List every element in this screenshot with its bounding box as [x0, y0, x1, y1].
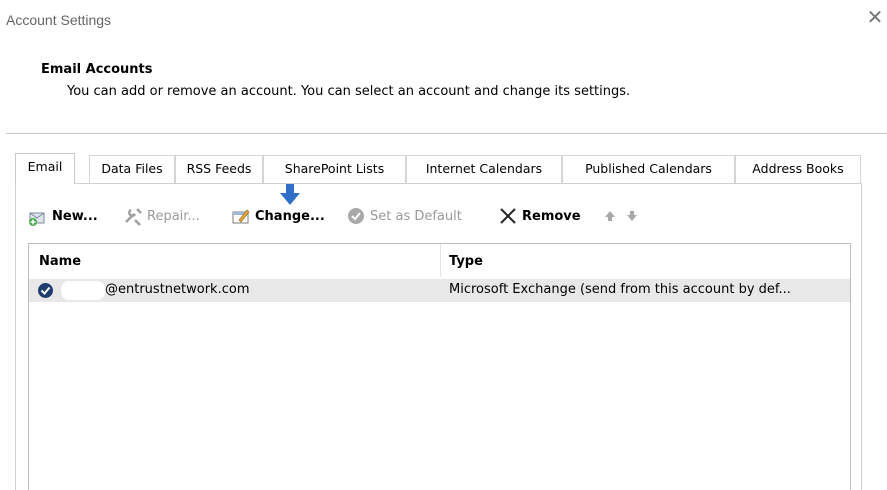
tab-address-books[interactable]: Address Books [735, 155, 861, 183]
change-button[interactable]: Change... [231, 205, 325, 227]
set-as-default-button[interactable]: Set as Default [346, 205, 462, 227]
tab-baseline [15, 183, 861, 184]
remove-x-icon [500, 208, 516, 224]
tab-published-calendars[interactable]: Published Calendars [562, 155, 735, 183]
repair-button[interactable]: Repair... [123, 205, 200, 227]
accounts-list[interactable]: Name Type @entrustnetwork.com Microsoft … [28, 243, 851, 490]
move-down-button[interactable] [625, 205, 639, 227]
tab-panel-border-right [861, 183, 862, 490]
tab-panel-border-left [15, 183, 16, 490]
window-title: Account Settings [6, 12, 112, 28]
remove-button-label: Remove [522, 208, 581, 224]
section-heading: Email Accounts [41, 62, 153, 77]
change-settings-icon [232, 209, 250, 224]
tab-data-files[interactable]: Data Files [89, 155, 175, 183]
check-circle-icon [348, 208, 364, 224]
column-header-name[interactable]: Name [39, 254, 81, 269]
arrow-up-icon [605, 211, 615, 221]
redacted-username [61, 281, 105, 300]
account-name: @entrustnetwork.com [105, 282, 250, 297]
tab-email[interactable]: Email [15, 153, 75, 184]
move-up-button[interactable] [603, 205, 617, 227]
list-header: Name Type [29, 244, 850, 277]
new-button-label: New... [52, 208, 98, 224]
tab-internet-calendars[interactable]: Internet Calendars [406, 155, 562, 183]
tab-rss-feeds[interactable]: RSS Feeds [175, 155, 263, 183]
account-type: Microsoft Exchange (send from this accou… [449, 282, 791, 297]
column-header-type[interactable]: Type [449, 254, 483, 269]
section-description: You can add or remove an account. You ca… [67, 84, 631, 99]
new-button[interactable]: New... [28, 205, 98, 227]
column-separator[interactable] [440, 244, 441, 277]
set-as-default-label: Set as Default [370, 208, 462, 224]
default-account-check-icon [38, 283, 53, 298]
header-divider [6, 133, 887, 134]
table-row[interactable]: @entrustnetwork.com Microsoft Exchange (… [29, 279, 850, 302]
repair-tools-icon [125, 208, 142, 226]
tab-sharepoint-lists[interactable]: SharePoint Lists [263, 155, 406, 183]
arrow-down-icon [627, 211, 637, 221]
close-icon[interactable]: ✕ [866, 7, 884, 27]
remove-button[interactable]: Remove [498, 205, 581, 227]
repair-button-label: Repair... [147, 208, 200, 224]
change-button-label: Change... [255, 208, 325, 224]
new-mail-icon [29, 212, 45, 226]
callout-arrow-icon [280, 184, 300, 205]
